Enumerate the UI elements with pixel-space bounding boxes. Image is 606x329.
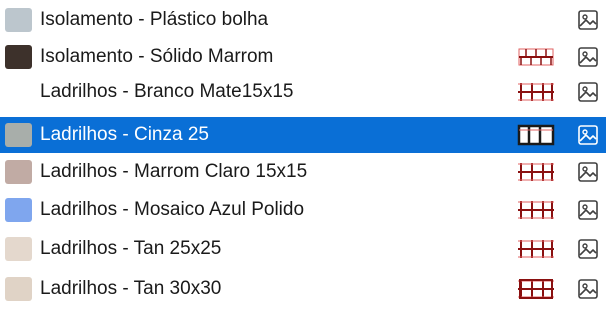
material-name: Ladrilhos - Branco Mate15x15: [40, 81, 294, 102]
image-icon[interactable]: [576, 8, 600, 32]
material-name: Ladrilhos - Cinza 25: [40, 124, 209, 145]
image-icon[interactable]: [576, 123, 600, 147]
material-name: Ladrilhos - Mosaico Azul Polido: [40, 199, 305, 220]
image-icon[interactable]: [576, 80, 600, 104]
surface-pattern-icon: [518, 240, 554, 258]
image-icon[interactable]: [576, 198, 600, 222]
image-icon[interactable]: [576, 45, 600, 69]
image-icon[interactable]: [576, 277, 600, 301]
color-swatch: [5, 277, 32, 301]
material-row[interactable]: Isolamento - Plástico bolha: [0, 2, 606, 38]
surface-pattern-icon: [518, 279, 554, 299]
surface-pattern-icon: [518, 163, 554, 181]
material-name: Ladrilhos - Tan 30x30: [40, 278, 222, 299]
material-list: Isolamento - Plástico bolha Isolamento - …: [0, 0, 606, 329]
color-swatch: [5, 8, 32, 32]
color-swatch: [5, 237, 32, 261]
color-swatch: [5, 160, 32, 184]
surface-pattern-icon: [517, 124, 555, 146]
material-row[interactable]: Ladrilhos - Branco Mate15x15: [0, 74, 606, 110]
surface-pattern-icon: [518, 48, 554, 66]
color-swatch: [5, 45, 32, 69]
surface-pattern-icon: [518, 83, 554, 101]
material-row[interactable]: Ladrilhos - Tan 25x25: [0, 231, 606, 267]
color-swatch: [5, 198, 32, 222]
material-row[interactable]: Isolamento - Sólido Marrom: [0, 39, 606, 75]
material-row[interactable]: Ladrilhos - Mosaico Azul Polido: [0, 192, 606, 228]
image-icon[interactable]: [576, 237, 600, 261]
material-name: Isolamento - Plástico bolha: [40, 9, 269, 30]
material-name: Isolamento - Sólido Marrom: [40, 46, 274, 67]
surface-pattern-icon: [518, 201, 554, 219]
material-name: Ladrilhos - Marrom Claro 15x15: [40, 161, 308, 182]
material-row[interactable]: Ladrilhos - Marrom Claro 15x15: [0, 154, 606, 190]
material-row[interactable]: Ladrilhos - Tan 30x30: [0, 271, 606, 307]
image-icon[interactable]: [576, 160, 600, 184]
material-row[interactable]: Ladrilhos - Cinza 25: [0, 117, 606, 153]
color-swatch: [5, 123, 32, 147]
material-name: Ladrilhos - Tan 25x25: [40, 238, 222, 259]
